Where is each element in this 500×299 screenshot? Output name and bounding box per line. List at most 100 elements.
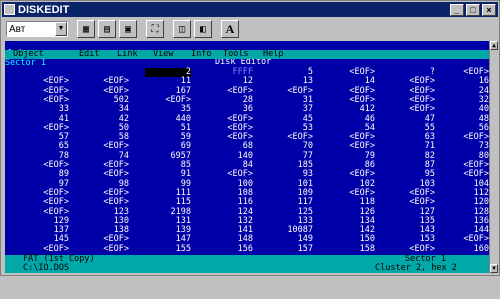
fat-entry[interactable]: <EOF> <box>207 86 253 96</box>
background-icon[interactable]: ◧ <box>194 20 212 38</box>
fat-entry[interactable]: <EOF> <box>329 142 375 151</box>
fat-entry[interactable]: 123 <box>83 207 129 217</box>
mark-icon[interactable]: ▦ <box>77 20 95 38</box>
fat-entry[interactable]: 32 <box>443 96 489 105</box>
fat-entry[interactable]: ? <box>389 68 435 77</box>
scroll-up-icon[interactable]: ▲ <box>490 41 498 50</box>
fat-entry[interactable]: 48 <box>443 114 489 124</box>
fat-entry[interactable]: <EOF> <box>443 161 489 170</box>
fat-entry[interactable]: 127 <box>389 207 435 217</box>
fat-entry[interactable]: 41 <box>23 114 69 124</box>
fat-entry[interactable]: 89 <box>23 170 69 179</box>
fat-entry[interactable]: 112 <box>443 189 489 198</box>
fat-entry[interactable]: 137 <box>23 226 69 235</box>
fat-entry[interactable]: 57 <box>23 133 69 142</box>
fat-entry[interactable]: 148 <box>207 235 253 244</box>
fat-entry[interactable]: <EOF> <box>83 86 129 96</box>
fat-entry[interactable]: 99 <box>145 179 191 189</box>
fat-entry[interactable]: 130 <box>83 217 129 226</box>
fat-entry[interactable]: <EOF> <box>23 189 69 198</box>
fat-entry[interactable]: 115 <box>145 198 191 207</box>
fat-entry[interactable]: 58 <box>83 133 129 142</box>
fat-entry[interactable]: 502 <box>83 96 129 105</box>
fat-entry[interactable]: 36 <box>207 105 253 114</box>
fat-entry[interactable]: 84 <box>207 161 253 170</box>
fat-entry[interactable]: 47 <box>389 114 435 124</box>
fat-entry[interactable]: <EOF> <box>83 198 129 207</box>
menu-help[interactable]: Help <box>263 50 283 59</box>
fat-entry[interactable]: 103 <box>389 179 435 189</box>
fat-entry[interactable]: <EOF> <box>83 161 129 170</box>
font-size-combo[interactable]: Авт ▼ <box>6 21 68 37</box>
fat-entry[interactable]: <EOF> <box>329 96 375 105</box>
fat-entry[interactable]: 139 <box>145 226 191 235</box>
paste-icon[interactable]: ▣ <box>119 20 137 38</box>
fat-entry[interactable]: 68 <box>207 142 253 151</box>
fat-entry[interactable]: 156 <box>207 245 253 254</box>
fat-entry[interactable]: <EOF> <box>83 189 129 198</box>
fat-entry[interactable]: 412 <box>329 105 375 114</box>
fat-entry[interactable]: 128 <box>443 207 489 217</box>
fat-entry[interactable]: 86 <box>329 161 375 170</box>
fat-entry[interactable]: <EOF> <box>389 86 435 96</box>
fat-entry[interactable]: 95 <box>389 170 435 179</box>
fat-entry[interactable]: 138 <box>83 226 129 235</box>
fat-entry[interactable]: 101 <box>267 179 313 189</box>
fat-entry[interactable]: <EOF> <box>23 77 69 86</box>
fat-entry[interactable]: 69 <box>145 142 191 151</box>
fat-entry[interactable]: 145 <box>23 235 69 244</box>
fat-entry[interactable]: <EOF> <box>207 124 253 133</box>
fat-entry[interactable]: 71 <box>389 142 435 151</box>
fat-entry[interactable]: <EOF> <box>267 86 313 96</box>
fat-entry[interactable]: 70 <box>267 142 313 151</box>
fat-entry[interactable]: 140 <box>207 152 253 161</box>
maximize-button[interactable]: □ <box>466 3 480 16</box>
fat-entry[interactable]: 104 <box>443 179 489 189</box>
fat-entry[interactable]: <EOF> <box>329 170 375 179</box>
fat-entry[interactable]: <EOF> <box>389 198 435 207</box>
fat-entry[interactable]: <EOF> <box>83 142 129 151</box>
fat-entry[interactable]: 136 <box>443 217 489 226</box>
fat-entry[interactable]: 85 <box>145 161 191 170</box>
fat-entry[interactable]: 144 <box>443 226 489 235</box>
fat-entry[interactable]: 56 <box>443 124 489 133</box>
fat-entry[interactable]: <EOF> <box>329 86 375 96</box>
fat-entry[interactable]: 117 <box>267 198 313 207</box>
fat-entry[interactable]: <EOF> <box>23 245 69 254</box>
fat-entry[interactable]: 133 <box>267 217 313 226</box>
fat-entry[interactable]: 143 <box>389 226 435 235</box>
fat-entry[interactable]: 158 <box>329 245 375 254</box>
fat-entry[interactable]: 74 <box>83 152 129 161</box>
fat-entry[interactable]: 51 <box>145 124 191 133</box>
minimize-button[interactable]: _ <box>450 3 464 16</box>
fat-entry[interactable]: 131 <box>145 217 191 226</box>
fat-entry[interactable]: 78 <box>23 152 69 161</box>
fat-entry[interactable]: 35 <box>145 105 191 114</box>
fat-entry[interactable]: 79 <box>329 152 375 161</box>
fat-entry[interactable]: 33 <box>23 105 69 114</box>
menu-view[interactable]: View <box>153 50 173 59</box>
fat-entry[interactable]: 77 <box>267 152 313 161</box>
fat-entry[interactable]: 54 <box>329 124 375 133</box>
fat-entry[interactable]: 102 <box>329 179 375 189</box>
menu-edit[interactable]: Edit <box>79 50 99 59</box>
fat-entry[interactable]: 153 <box>389 235 435 244</box>
fat-entry[interactable]: <EOF> <box>83 235 129 244</box>
menu-tools[interactable]: Tools <box>223 50 249 59</box>
fat-entry[interactable]: <EOF> <box>389 189 435 198</box>
fat-entry[interactable]: 147 <box>145 235 191 244</box>
fullscreen-icon[interactable]: ⛶ <box>146 20 164 38</box>
fat-entry[interactable]: <EOF> <box>23 96 69 105</box>
fat-entry[interactable]: <EOF> <box>443 133 489 142</box>
fat-entry[interactable]: <EOF> <box>23 207 69 217</box>
fat-entry[interactable]: <EOF> <box>83 170 129 179</box>
fat-entry[interactable]: <EOF> <box>207 133 253 142</box>
fat-entry[interactable]: 155 <box>145 245 191 254</box>
fat-entry[interactable]: FFFF <box>207 68 253 77</box>
fat-entry[interactable]: 10087 <box>267 226 313 235</box>
fat-entry[interactable]: 134 <box>329 217 375 226</box>
fat-entry[interactable]: <EOF> <box>389 96 435 105</box>
fat-entry[interactable]: 185 <box>267 161 313 170</box>
fat-entry[interactable]: <EOF> <box>443 68 489 77</box>
chevron-down-icon[interactable]: ▼ <box>55 22 67 36</box>
